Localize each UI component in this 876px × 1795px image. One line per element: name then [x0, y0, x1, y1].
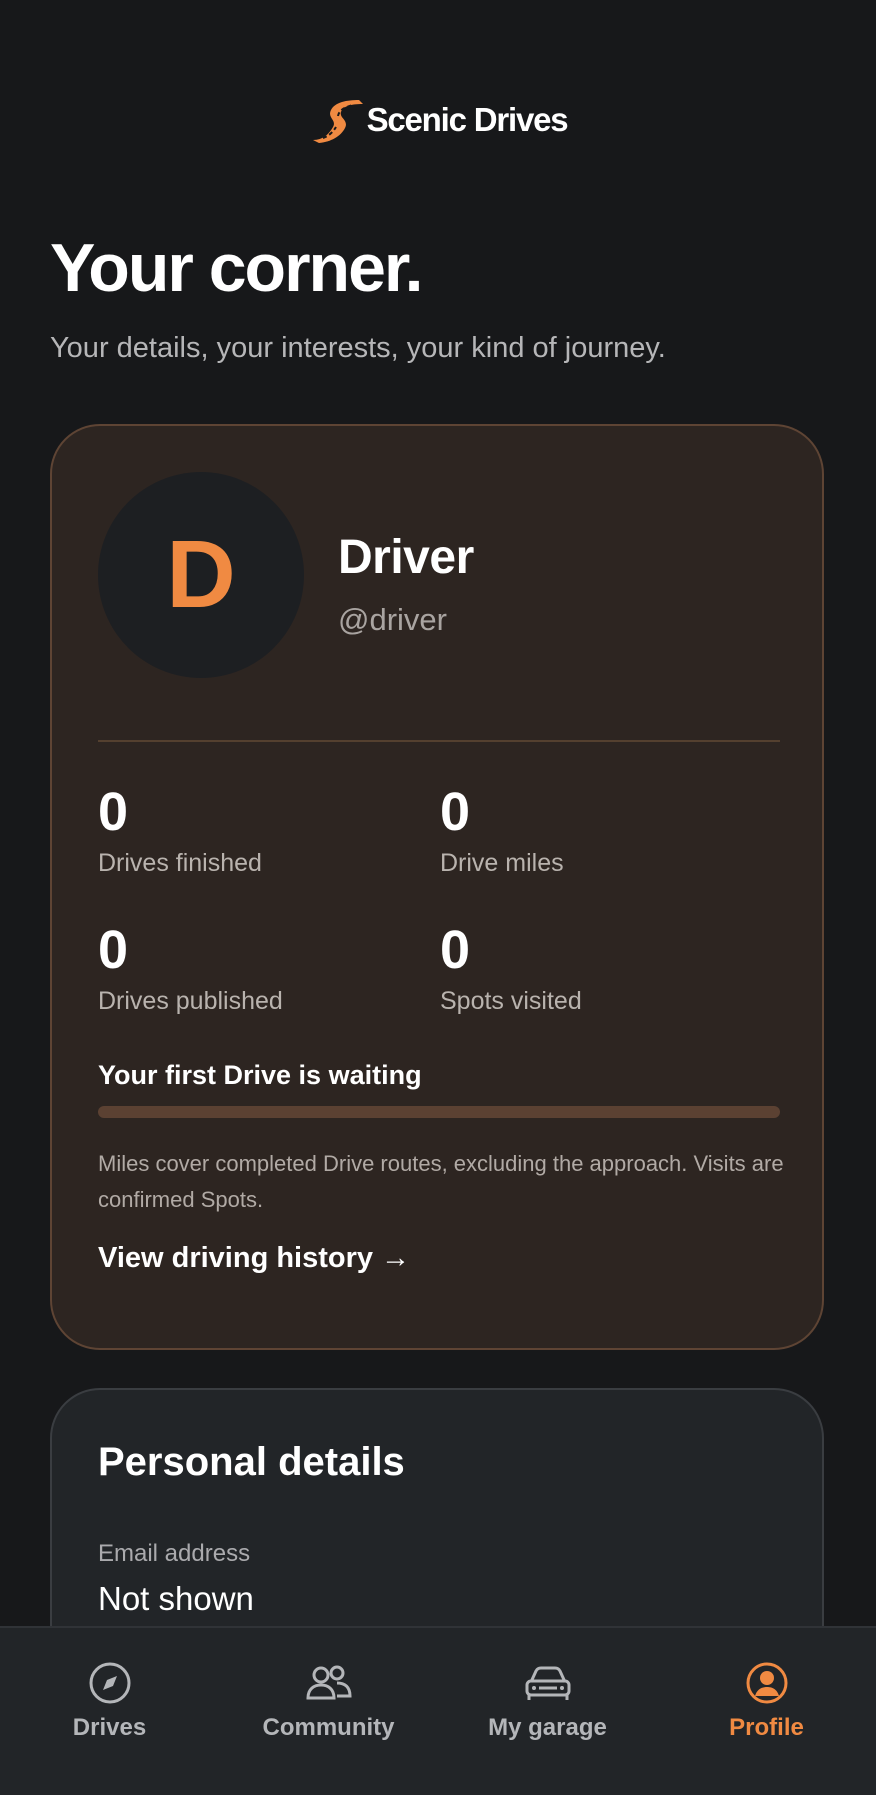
tab-label: Drives [72, 1714, 147, 1741]
email-label: Email address [98, 1540, 251, 1567]
email-value: Not shown [98, 1580, 254, 1617]
compass-icon [87, 1660, 133, 1706]
stat-label: Drives published [98, 987, 283, 1015]
divider [98, 740, 780, 742]
avatar-initial: D [166, 521, 236, 628]
section-title: Personal details [98, 1440, 405, 1484]
stat-drive-miles: 0 Drive miles [440, 782, 760, 878]
progress-bar [98, 1106, 780, 1118]
view-history-link[interactable]: View driving history → [98, 1242, 410, 1275]
profile-screen: Scenic Drives Your corner. Your details,… [0, 0, 876, 1795]
stat-label: Spots visited [440, 987, 582, 1015]
page-subtitle: Your details, your interests, your kind … [50, 332, 666, 364]
tab-drives[interactable]: Drives [0, 1628, 219, 1795]
user-handle: @driver [338, 602, 447, 637]
bottom-tab-bar: Drives Community My garage Profile [0, 1626, 876, 1795]
tab-profile[interactable]: Profile [657, 1628, 876, 1795]
stat-drives-published: 0 Drives published [98, 920, 418, 1016]
stat-drives-finished: 0 Drives finished [98, 782, 418, 878]
stat-label: Drive miles [440, 849, 564, 877]
tab-community[interactable]: Community [219, 1628, 438, 1795]
stat-value: 0 [440, 920, 471, 980]
tab-label: Profile [729, 1714, 804, 1741]
arrow-right-icon: → [381, 1242, 411, 1274]
car-icon [522, 1660, 574, 1706]
view-history-label: View driving history [98, 1242, 374, 1274]
tab-my-garage[interactable]: My garage [438, 1628, 657, 1795]
progress-title: Your first Drive is waiting [98, 1060, 422, 1090]
road-logo-icon [309, 96, 363, 144]
avatar: D [98, 472, 304, 678]
brand-name: Scenic Drives [366, 101, 569, 138]
user-circle-icon [744, 1660, 790, 1706]
brand-header: Scenic Drives [0, 96, 876, 144]
display-name: Driver [338, 531, 474, 584]
stat-value: 0 [98, 920, 129, 980]
people-icon [303, 1660, 355, 1706]
tab-label: My garage [488, 1714, 607, 1741]
stat-value: 0 [440, 782, 471, 842]
stats-note: Miles cover completed Drive routes, excl… [98, 1151, 784, 1212]
stat-spots-visited: 0 Spots visited [440, 920, 760, 1016]
profile-card: D Driver @driver 0 Drives finished 0 Dri… [50, 424, 824, 1350]
stat-value: 0 [98, 782, 129, 842]
page-title: Your corner. [50, 230, 424, 306]
tab-label: Community [262, 1714, 395, 1741]
stat-label: Drives finished [98, 849, 262, 877]
